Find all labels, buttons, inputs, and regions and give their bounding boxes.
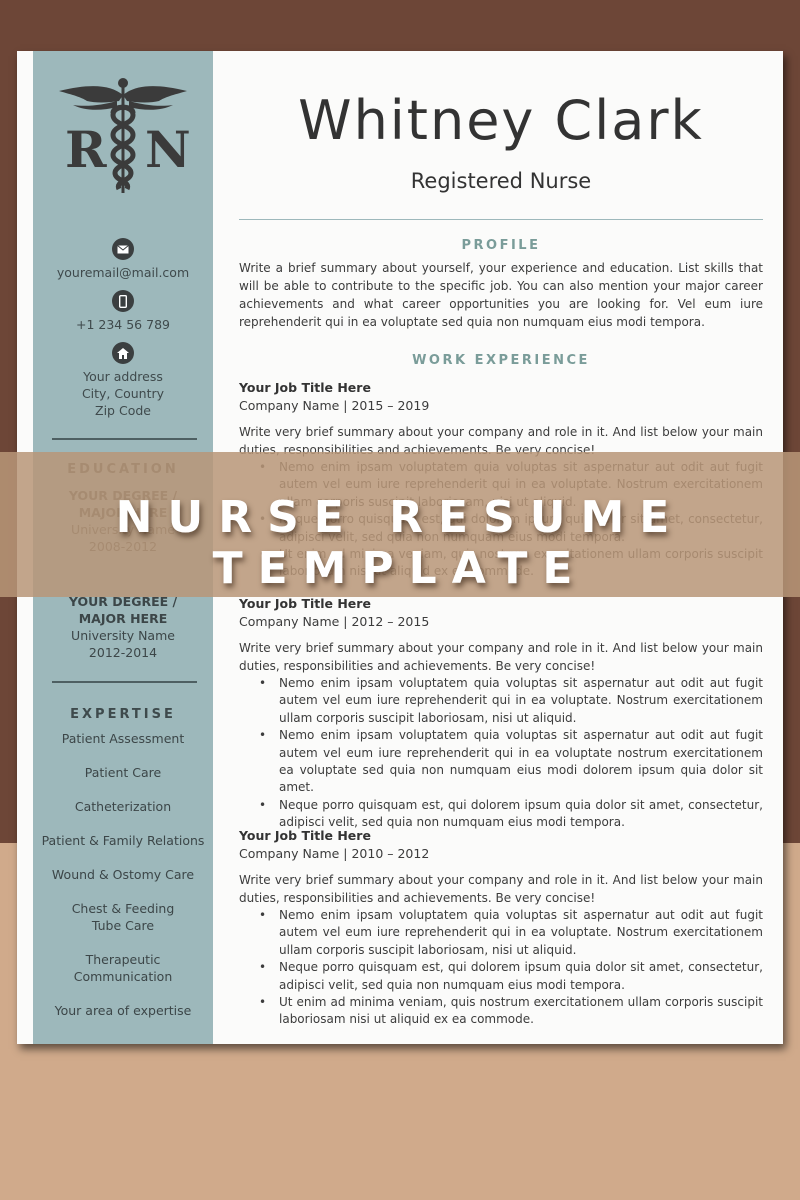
education-years: 2012-2014: [88, 645, 158, 660]
sidebar-divider: [52, 438, 197, 440]
contact-section: youremail@mail.com +1 234 56 789 Your ad…: [33, 238, 213, 428]
contact-address: Your address City, Country Zip Code: [33, 342, 213, 419]
job-bullet: Nemo enim ipsam voluptatem quia voluptas…: [259, 907, 763, 959]
job-summary: Write very brief summary about your comp…: [239, 873, 763, 905]
profile-section: PROFILE Write a brief summary about your…: [239, 238, 763, 331]
home-icon: [112, 342, 134, 364]
contact-email: youremail@mail.com: [33, 238, 213, 281]
header-divider: [239, 219, 763, 220]
logo-letter-r: R: [65, 120, 107, 179]
work-experience-section: WORK EXPERIENCE: [239, 353, 763, 368]
phone-icon: [112, 290, 134, 312]
profile-heading: PROFILE: [461, 238, 541, 253]
expertise-item: Therapeutic Communication: [73, 952, 173, 984]
expertise-item: Chest & Feeding Tube Care: [71, 901, 175, 933]
job-bullets: Nemo enim ipsam voluptatem quia voluptas…: [239, 907, 763, 1029]
address-line-3: Zip Code: [95, 403, 151, 418]
job-title: Your Job Title Here: [239, 380, 371, 395]
address-line-2: City, Country: [81, 386, 165, 401]
expertise-item: Wound & Ostomy Care: [51, 867, 195, 882]
job-company: Company Name | 2012 – 2015: [239, 614, 430, 629]
envelope-icon: [112, 238, 134, 260]
email-text: youremail@mail.com: [56, 265, 190, 280]
candidate-name: Whitney Clark: [298, 89, 704, 152]
job-entry: Your Job Title Here Company Name | 2012 …: [239, 595, 763, 832]
degree-line-2: MAJOR HERE: [78, 611, 168, 626]
job-company: Company Name | 2015 – 2019: [239, 398, 430, 413]
candidate-role: Registered Nurse: [410, 169, 592, 193]
sidebar-divider: [52, 681, 197, 683]
job-bullet: Ut enim ad minima veniam, quis nostrum e…: [259, 994, 763, 1029]
job-bullets: Nemo enim ipsam voluptatem quia voluptas…: [239, 675, 763, 832]
job-bullet: Nemo enim ipsam voluptatem quia voluptas…: [259, 727, 763, 797]
promo-banner: NURSE RESUME TEMPLATE: [0, 452, 800, 597]
work-experience-heading: WORK EXPERIENCE: [412, 353, 590, 368]
job-summary: Write very brief summary about your comp…: [239, 641, 763, 673]
expertise-item: Patient Care: [84, 765, 162, 780]
expertise-section: EXPERTISE Patient Assessment Patient Car…: [33, 707, 213, 1036]
job-bullet: Neque porro quisquam est, qui dolorem ip…: [259, 959, 763, 994]
job-title: Your Job Title Here: [239, 828, 371, 843]
rn-caduceus-logo: R N: [51, 73, 195, 203]
expertise-list: Patient Assessment Patient Care Catheter…: [33, 730, 213, 1019]
caduceus-icon: R N: [59, 78, 191, 193]
phone-text: +1 234 56 789: [76, 317, 170, 332]
expertise-item: Patient Assessment: [61, 731, 185, 746]
expertise-heading: EXPERTISE: [70, 707, 176, 722]
contact-phone: +1 234 56 789: [33, 290, 213, 333]
address-line-1: Your address: [83, 369, 163, 384]
expertise-item: Catheterization: [74, 799, 172, 814]
education-item: YOUR DEGREE / MAJOR HERE University Name…: [33, 593, 213, 661]
job-title: Your Job Title Here: [239, 596, 371, 611]
expertise-item: Your area of expertise: [54, 1003, 192, 1018]
job-company: Company Name | 2010 – 2012: [239, 846, 430, 861]
logo-letter-n: N: [145, 120, 191, 179]
banner-title: NURSE RESUME TEMPLATE: [115, 492, 685, 594]
profile-text: Write a brief summary about yourself, yo…: [239, 261, 763, 329]
job-entry: Your Job Title Here Company Name | 2010 …: [239, 827, 763, 1029]
expertise-item: Patient & Family Relations: [41, 833, 205, 848]
job-bullet: Nemo enim ipsam voluptatem quia voluptas…: [259, 675, 763, 727]
school-name: University Name: [71, 628, 175, 643]
